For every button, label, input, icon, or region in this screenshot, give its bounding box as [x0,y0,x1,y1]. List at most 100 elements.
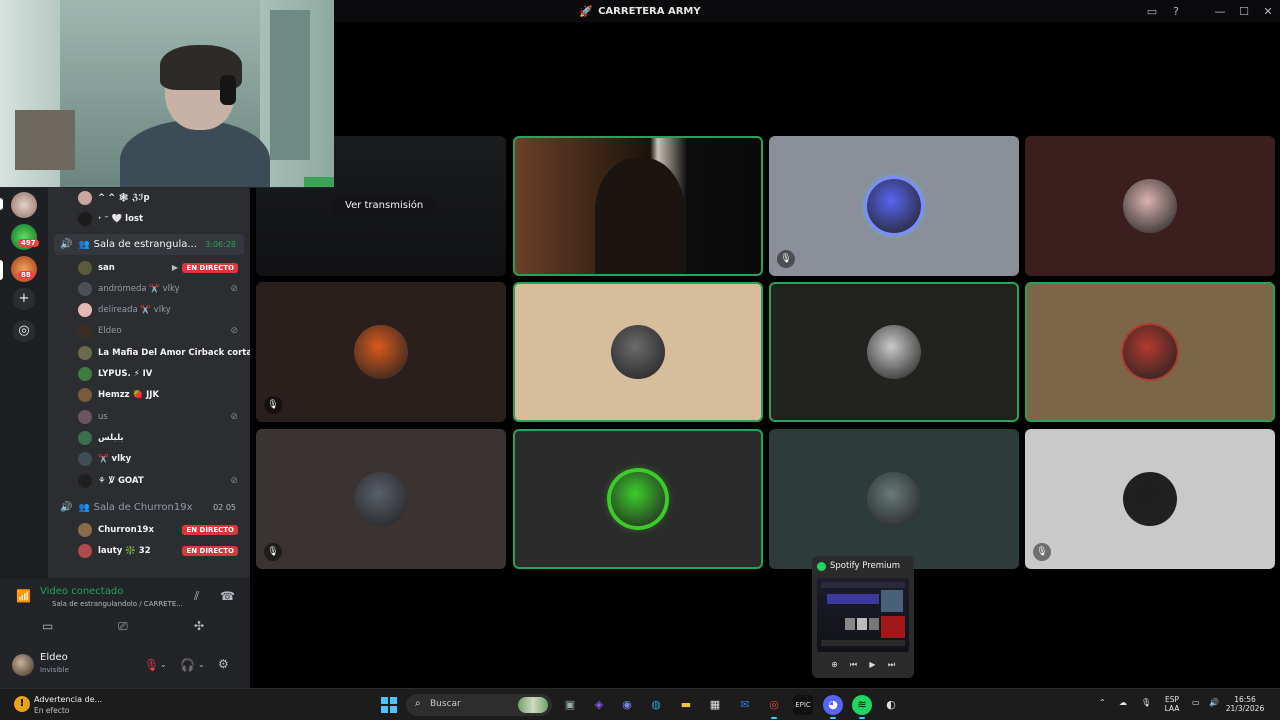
voice-channel-2[interactable]: 🔊 👥 Sala de Churron19x 02 05 [54,497,244,518]
disconnect-icon[interactable]: ☎ [220,589,235,603]
taskbar: ! Advertencia de... En efecto ⌕ Buscar ▣… [0,688,1280,720]
voice-member[interactable]: LYPUS. ⚡ IV [48,364,250,385]
avatar [78,345,92,360]
participant-tile-orange-hood-avatar[interactable]: 🎙 [256,282,506,422]
participant-tile-cat-ears-avatar[interactable] [1025,136,1275,276]
mic-muted-icon[interactable]: 🎙 [144,658,159,672]
chevron-down-icon[interactable]: ⌄ [198,660,205,669]
participant-tile-camera-video[interactable] [513,136,763,276]
member-name: ✂️ vlky [98,454,132,465]
member-name: 𝗖𝗵𝘂𝗿𝗿𝗼𝗻𝟭𝟵𝘅 [98,524,154,535]
avatar [1123,472,1177,526]
participant-tile-mirror-selfie-avatar[interactable] [513,282,763,422]
spotify-taskbar-icon[interactable]: ≋ [852,695,872,719]
file-explorer-icon[interactable]: ▬ [676,695,696,715]
copilot-icon[interactable]: ◈ [589,695,609,715]
spotify-controls: ⊕ ⏮ ▶ ⏭ [828,658,898,671]
security-warning[interactable]: ! Advertencia de... En efecto [10,693,110,717]
mail-icon[interactable]: ✉ [735,695,755,715]
voice-member[interactable]: andrómeda ✂️ vlky ⊘ [48,278,250,299]
voice-channel-1[interactable]: 🔊 👥 Sala de estrangula... 3:06:28 [54,234,244,255]
gear-icon[interactable]: ⚙ [218,657,229,671]
member-name: ⚘ ℣ GOAT [98,475,144,486]
play-icon[interactable]: ▶ [866,658,879,671]
teams-icon[interactable]: ◉ [617,695,637,715]
spotify-header: Spotify Premium [817,561,900,571]
avatar [78,303,92,318]
member-name: san [98,262,115,273]
watch-stream-button[interactable]: Ver transmisión [334,195,435,216]
participant-tile-discord-default[interactable]: 🎙 [769,136,1019,276]
next-icon[interactable]: ⏭ [885,658,898,671]
language-indicator[interactable]: ESP LAA [1160,689,1184,720]
spotify-thumbnail-popup[interactable]: Spotify Premium ⊕ ⏮ ▶ ⏭ [812,556,914,678]
participant-tile-chrome-avatar[interactable]: 🎙 [1025,429,1275,569]
camera-off-icon[interactable]: ▭ [42,619,53,633]
app-icon[interactable]: ◐ [881,695,901,715]
voice-member[interactable]: us ⊘ [48,406,250,427]
maximize-button[interactable]: ☐ [1232,5,1256,18]
onedrive-icon[interactable]: ☁ [1119,698,1127,720]
epic-games-icon[interactable]: EPIC [793,695,813,715]
voice-member[interactable]: delireada ✂️ vlky [48,300,250,321]
server-icon-1[interactable] [11,192,37,218]
edge-icon[interactable]: ◍ [646,695,666,715]
clock[interactable]: 16:56 21/3/2026 [1222,689,1268,720]
voice-member[interactable]: ⚘ ℣ GOAT ⊘ [48,470,250,491]
speaker-icon: 🔊 [60,502,73,513]
spotify-icon [817,561,826,571]
participant-tile-photo-avatar-2[interactable] [769,429,1019,569]
participant-tile-photo-avatar-1[interactable]: 🎙 [256,429,506,569]
volume-icon[interactable]: 🔊 [1209,698,1219,720]
participant-tile-angel-avatar[interactable] [769,282,1019,422]
member-name: 𝗛𝗲𝗺𝘇𝘇 🍓 JJK [98,390,160,401]
voice-member[interactable]: lauty ❇️ 32 EN DIRECTO [48,540,250,561]
chrome-icon[interactable]: ◎ [764,695,784,719]
mic-muted-icon: 🎙 [264,543,282,561]
member-name: delireada ✂️ vlky [98,305,171,316]
avatar [611,325,665,379]
chevron-up-icon[interactable]: ⌃ [1099,698,1106,720]
voice-member[interactable]: 𝗛𝗲𝗺𝘇𝘇 🍓 JJK [48,385,250,406]
discover-button[interactable]: ◎ [13,320,35,342]
member-name: LYPUS. ⚡ IV [98,369,153,379]
add-icon[interactable]: ⊕ [828,658,841,671]
previous-icon[interactable]: ⏮ [847,658,860,671]
add-server-button[interactable]: + [13,288,35,310]
server-badge-2: 88 [18,271,34,279]
participant-tile-red-ring-avatar[interactable] [1025,282,1275,422]
voice-member[interactable]: La Mafia Del Amor Cirback corta [48,342,250,363]
server-badge-1: 497 [18,239,39,247]
task-view-icon[interactable]: ▣ [560,695,580,715]
close-button[interactable]: ✕ [1256,5,1280,18]
microphone-icon[interactable]: 🎙 [1141,698,1151,720]
voice-status[interactable]: Video conectado [40,586,123,597]
store-icon[interactable]: ▦ [705,695,725,715]
member-name: andrómeda ✂️ vlky [98,283,180,294]
share-screen-icon[interactable]: ⎚ [118,619,128,634]
help-icon[interactable]: ? [1164,5,1188,18]
search-box[interactable]: ⌕ Buscar [406,694,552,716]
discord-icon[interactable]: ◕ [823,695,843,719]
list-item[interactable]: · ⁻ 🤍 lost [48,208,250,229]
network-icon[interactable]: ▭ [1192,698,1200,720]
voice-member[interactable]: 𝗖𝗵𝘂𝗿𝗿𝗼𝗻𝟭𝟵𝘅 EN DIRECTO [48,519,250,540]
chevron-down-icon[interactable]: ⌄ [160,660,167,669]
activities-icon[interactable]: ✣ [194,619,204,633]
list-item[interactable]: ^ ^ 🕸 ℨℐp [48,188,250,208]
noise-suppression-icon[interactable]: ⫽ [194,589,199,604]
avatar[interactable] [12,654,34,676]
headphones-icon[interactable]: 🎧 [180,658,195,672]
mic-muted-icon: 🎙 [777,250,795,268]
voice-member[interactable]: san ▶ EN DIRECTO [48,257,250,278]
minimize-button[interactable]: — [1208,5,1232,18]
app-root: 🚀 CARRETERA ARMY ▭ ? — ☐ ✕ 🎙 🎙 🎙 🎙 Ver tran… [0,0,1280,720]
inbox-icon[interactable]: ▭ [1140,5,1164,18]
avatar [354,325,408,379]
voice-location[interactable]: Sala de estrangulandolo / CARRETE... [52,600,183,608]
start-button[interactable] [381,697,397,713]
voice-member[interactable]: Eldeo ⊘ [48,321,250,342]
participant-tile-green-ring-avatar[interactable] [513,429,763,569]
voice-member[interactable]: ✂️ vlky [48,449,250,470]
voice-member[interactable]: ﺑﻠﺒﻠﺲ [48,427,250,448]
